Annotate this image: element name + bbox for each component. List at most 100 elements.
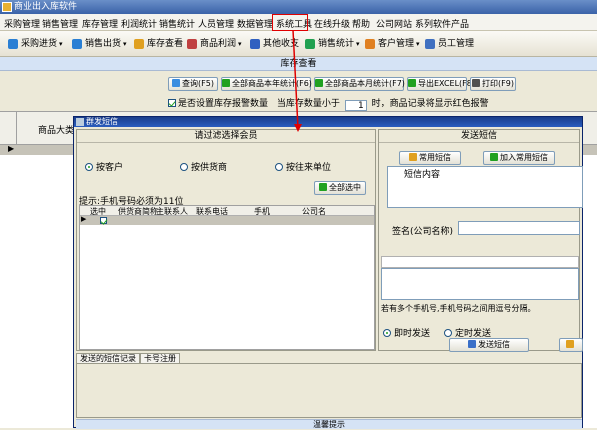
sales-out-button[interactable]: 销售出货 ▾: [72, 37, 127, 51]
menu-item-staff[interactable]: 人员管理: [198, 17, 234, 30]
check-icon: [315, 79, 323, 87]
menu-item-inventory[interactable]: 库存管理: [82, 17, 118, 30]
menu-highlight-box: [272, 14, 308, 31]
member-table: 选中 供货商简称 主联系人 联系电话 手机 公司名 ▶: [79, 205, 375, 350]
tab-sent-records[interactable]: 发送的短信记录: [76, 353, 140, 363]
radio-customer[interactable]: 按客户: [85, 160, 123, 173]
month-stats-button[interactable]: 全部商品本月统计(F7): [314, 77, 405, 91]
check-icon: [222, 79, 230, 87]
send-sms-button[interactable]: 发送短信: [449, 338, 529, 352]
window-title: 商业出入库软件: [14, 2, 78, 12]
profit-label: 商品利润: [200, 39, 237, 49]
alert-checkbox[interactable]: [168, 99, 176, 107]
sales-icon: [72, 39, 82, 49]
alert-unit: 时，商品记录将显示红色报警: [371, 99, 489, 109]
radio-partner-dot: [275, 163, 283, 171]
year-stats-label: 全部商品本年统计(F6): [232, 79, 312, 88]
key-icon: [566, 340, 574, 348]
radio-partner-label: 按往来单位: [286, 163, 332, 173]
add-common-label: 加入常用短信: [500, 153, 548, 162]
year-stats-button[interactable]: 全部商品本年统计(F6): [221, 77, 312, 91]
send-now-label: 即时发送: [394, 329, 431, 339]
dialog-icon: [76, 118, 84, 126]
extra-button[interactable]: [559, 338, 583, 352]
member-table-header: 选中 供货商简称 主联系人 联系电话 手机 公司名: [80, 206, 374, 216]
menu-item-purchase[interactable]: 采购管理: [4, 17, 40, 30]
radio-send-now-dot: [383, 329, 391, 337]
select-all-button[interactable]: 全部选中: [314, 181, 366, 195]
excel-icon: [408, 79, 416, 87]
alert-prefix: 当库存数量小于: [276, 99, 340, 109]
records-panel: [76, 363, 582, 418]
menu-item-sales[interactable]: 销售管理: [42, 17, 78, 30]
customer-icon: [365, 39, 375, 49]
query-icon: [172, 79, 181, 87]
sms-content-box[interactable]: 短信内容: [387, 166, 583, 208]
tab-card-register[interactable]: 卡号注册: [140, 353, 180, 363]
inventory-icon: [134, 39, 144, 49]
query-label: 查询(F5): [182, 79, 214, 88]
common-sms-label: 常用短信: [419, 153, 451, 162]
sms-content-label: 短信内容: [404, 170, 441, 180]
grid-col-category: 商品大类: [38, 126, 75, 136]
income-icon: [250, 39, 260, 49]
radio-customer-dot: [85, 163, 93, 171]
stats-icon: [305, 39, 315, 49]
purchase-label: 采购进货: [21, 39, 58, 49]
employee-label: 员工管理: [438, 39, 475, 49]
profit-button[interactable]: 商品利润 ▾: [187, 37, 242, 51]
other-income-button[interactable]: 其他收支: [250, 37, 299, 51]
purchase-icon: [8, 39, 18, 49]
row-pointer-icon: ▶: [81, 215, 87, 223]
menu-item-website[interactable]: 公司网站: [376, 17, 412, 30]
send-sms-label: 发送短信: [478, 340, 510, 349]
member-filter-panel: 请过滤选择会员 按客户 按供货商 按往来单位 全部选中 提示:手机号码必须为11…: [76, 129, 376, 351]
alert-threshold-input[interactable]: 1: [344, 100, 367, 111]
sales-stats-label: 销售统计: [318, 39, 355, 49]
signature-input[interactable]: [458, 221, 580, 235]
query-button[interactable]: 查询(F5): [168, 77, 218, 91]
send-sms-header: 发送短信: [379, 130, 579, 143]
send-sms-panel: 发送短信 常用短信 加入常用短信 短信内容 签名(公司名称) 若有多个手机号,手…: [378, 129, 583, 352]
radio-customer-label: 按客户: [96, 163, 124, 173]
radio-partner[interactable]: 按往来单位: [275, 160, 331, 173]
add-common-sms-button[interactable]: 加入常用短信: [483, 151, 555, 165]
select-all-label: 全部选中: [329, 183, 361, 192]
radio-scheduled-dot: [444, 329, 452, 337]
printer-icon: [472, 79, 481, 87]
plus-icon: [490, 153, 498, 161]
records-tabs: 发送的短信记录 卡号注册: [76, 353, 582, 419]
menu-item-products[interactable]: 系列软件产品: [415, 17, 469, 30]
print-label: 打印(F9): [482, 79, 514, 88]
menu-item-data[interactable]: 数据管理: [237, 17, 273, 30]
inventory-view-button[interactable]: 库存查看: [134, 37, 183, 51]
export-label: 导出EXCEL(F8): [418, 79, 475, 88]
employee-button[interactable]: 员工管理: [425, 37, 474, 51]
radio-supplier[interactable]: 按供货商: [180, 160, 227, 173]
export-excel-button[interactable]: 导出EXCEL(F8): [407, 77, 475, 91]
menu-bar: 采购管理 销售管理 库存管理 利润统计 销售统计 人员管理 数据管理 系统工具 …: [0, 14, 597, 31]
table-row[interactable]: ▶: [80, 215, 374, 225]
purchase-button[interactable]: 采购进货 ▾: [8, 37, 63, 51]
radio-send-now[interactable]: 即时发送: [383, 326, 430, 339]
menu-item-sales-stats[interactable]: 销售统计: [159, 17, 195, 30]
inventory-view-label: 库存查看: [147, 39, 184, 49]
menu-item-help[interactable]: 帮助: [352, 17, 370, 30]
other-income-label: 其他收支: [263, 39, 300, 49]
dialog-title: 群发短信: [86, 117, 118, 126]
app-icon: [2, 2, 12, 12]
common-sms-button[interactable]: 常用短信: [399, 151, 461, 165]
customer-label: 客户管理: [378, 39, 415, 49]
menu-item-upgrade[interactable]: 在线升级: [314, 17, 350, 30]
radio-supplier-dot: [180, 163, 188, 171]
dialog-title-bar: 群发短信: [74, 117, 582, 127]
employee-icon: [425, 39, 435, 49]
phone-numbers-input[interactable]: [381, 268, 579, 300]
customer-button[interactable]: 客户管理 ▾: [365, 37, 420, 51]
row-checkbox[interactable]: [100, 217, 107, 224]
menu-item-profit[interactable]: 利润统计: [121, 17, 157, 30]
member-filter-header: 请过滤选择会员: [77, 130, 375, 143]
sales-out-label: 销售出货: [85, 39, 122, 49]
print-button[interactable]: 打印(F9): [470, 77, 516, 91]
sales-stats-button[interactable]: 销售统计 ▾: [305, 37, 360, 51]
